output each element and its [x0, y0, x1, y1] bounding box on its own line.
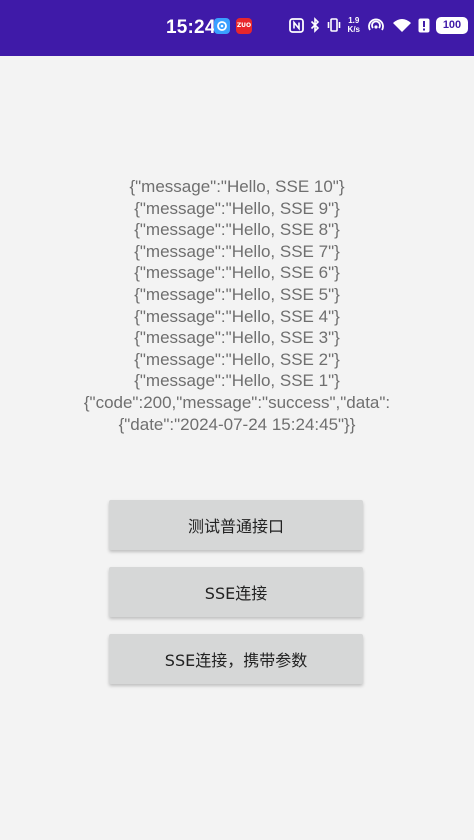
- sse-connect-button[interactable]: SSE连接: [109, 567, 363, 617]
- response-line: {"message":"Hello, SSE 3"}: [134, 328, 340, 348]
- response-line: {"message":"Hello, SSE 5"}: [134, 284, 340, 304]
- response-line: {"message":"Hello, SSE 7"}: [134, 241, 340, 261]
- network-speed: 1.9 K/s: [348, 16, 360, 34]
- response-line: {"message":"Hello, SSE 1"}: [134, 371, 340, 391]
- response-line: {"code":200,"message":"success","data":: [83, 392, 391, 412]
- response-line: {"message":"Hello, SSE 8"}: [134, 220, 340, 240]
- battery-level: 100: [442, 19, 462, 31]
- bluetooth-icon: [310, 17, 320, 33]
- network-speed-unit: K/s: [347, 25, 360, 34]
- test-normal-api-button[interactable]: 测试普通接口: [109, 500, 363, 550]
- wifi-icon: [392, 17, 412, 33]
- system-icons: 1.9 K/s 100: [288, 16, 468, 34]
- battery-icon: 100: [436, 16, 468, 34]
- sse-connect-with-params-button[interactable]: SSE连接，携带参数: [109, 634, 363, 684]
- news-app-badge: ZUO: [236, 22, 252, 29]
- response-line: {"message":"Hello, SSE 6"}: [134, 263, 340, 283]
- news-app-icon: ZUO: [236, 18, 252, 34]
- response-line: {"date":"2024-07-24 15:24:45"}}: [118, 414, 356, 434]
- hotspot-icon: [366, 17, 386, 33]
- battery-indicator: 100: [436, 16, 468, 34]
- app-notification-icon: [214, 18, 230, 34]
- response-line: {"message":"Hello, SSE 10"}: [129, 177, 345, 196]
- nfc-icon: [288, 17, 304, 33]
- notification-icons: ZUO: [214, 18, 252, 34]
- response-line: {"message":"Hello, SSE 4"}: [134, 306, 340, 326]
- alert-icon: [418, 18, 430, 33]
- status-bar: 15:24 ZUO 1.9 K/s 100: [0, 0, 474, 56]
- response-output: {"message":"Hello, SSE 10"} {"message":"H…: [40, 176, 434, 435]
- network-speed-value: 1.9: [348, 16, 360, 25]
- vibrate-icon: [326, 17, 342, 33]
- response-line: {"message":"Hello, SSE 9"}: [134, 198, 340, 218]
- status-time: 15:24: [166, 17, 216, 38]
- response-line: {"message":"Hello, SSE 2"}: [134, 349, 340, 369]
